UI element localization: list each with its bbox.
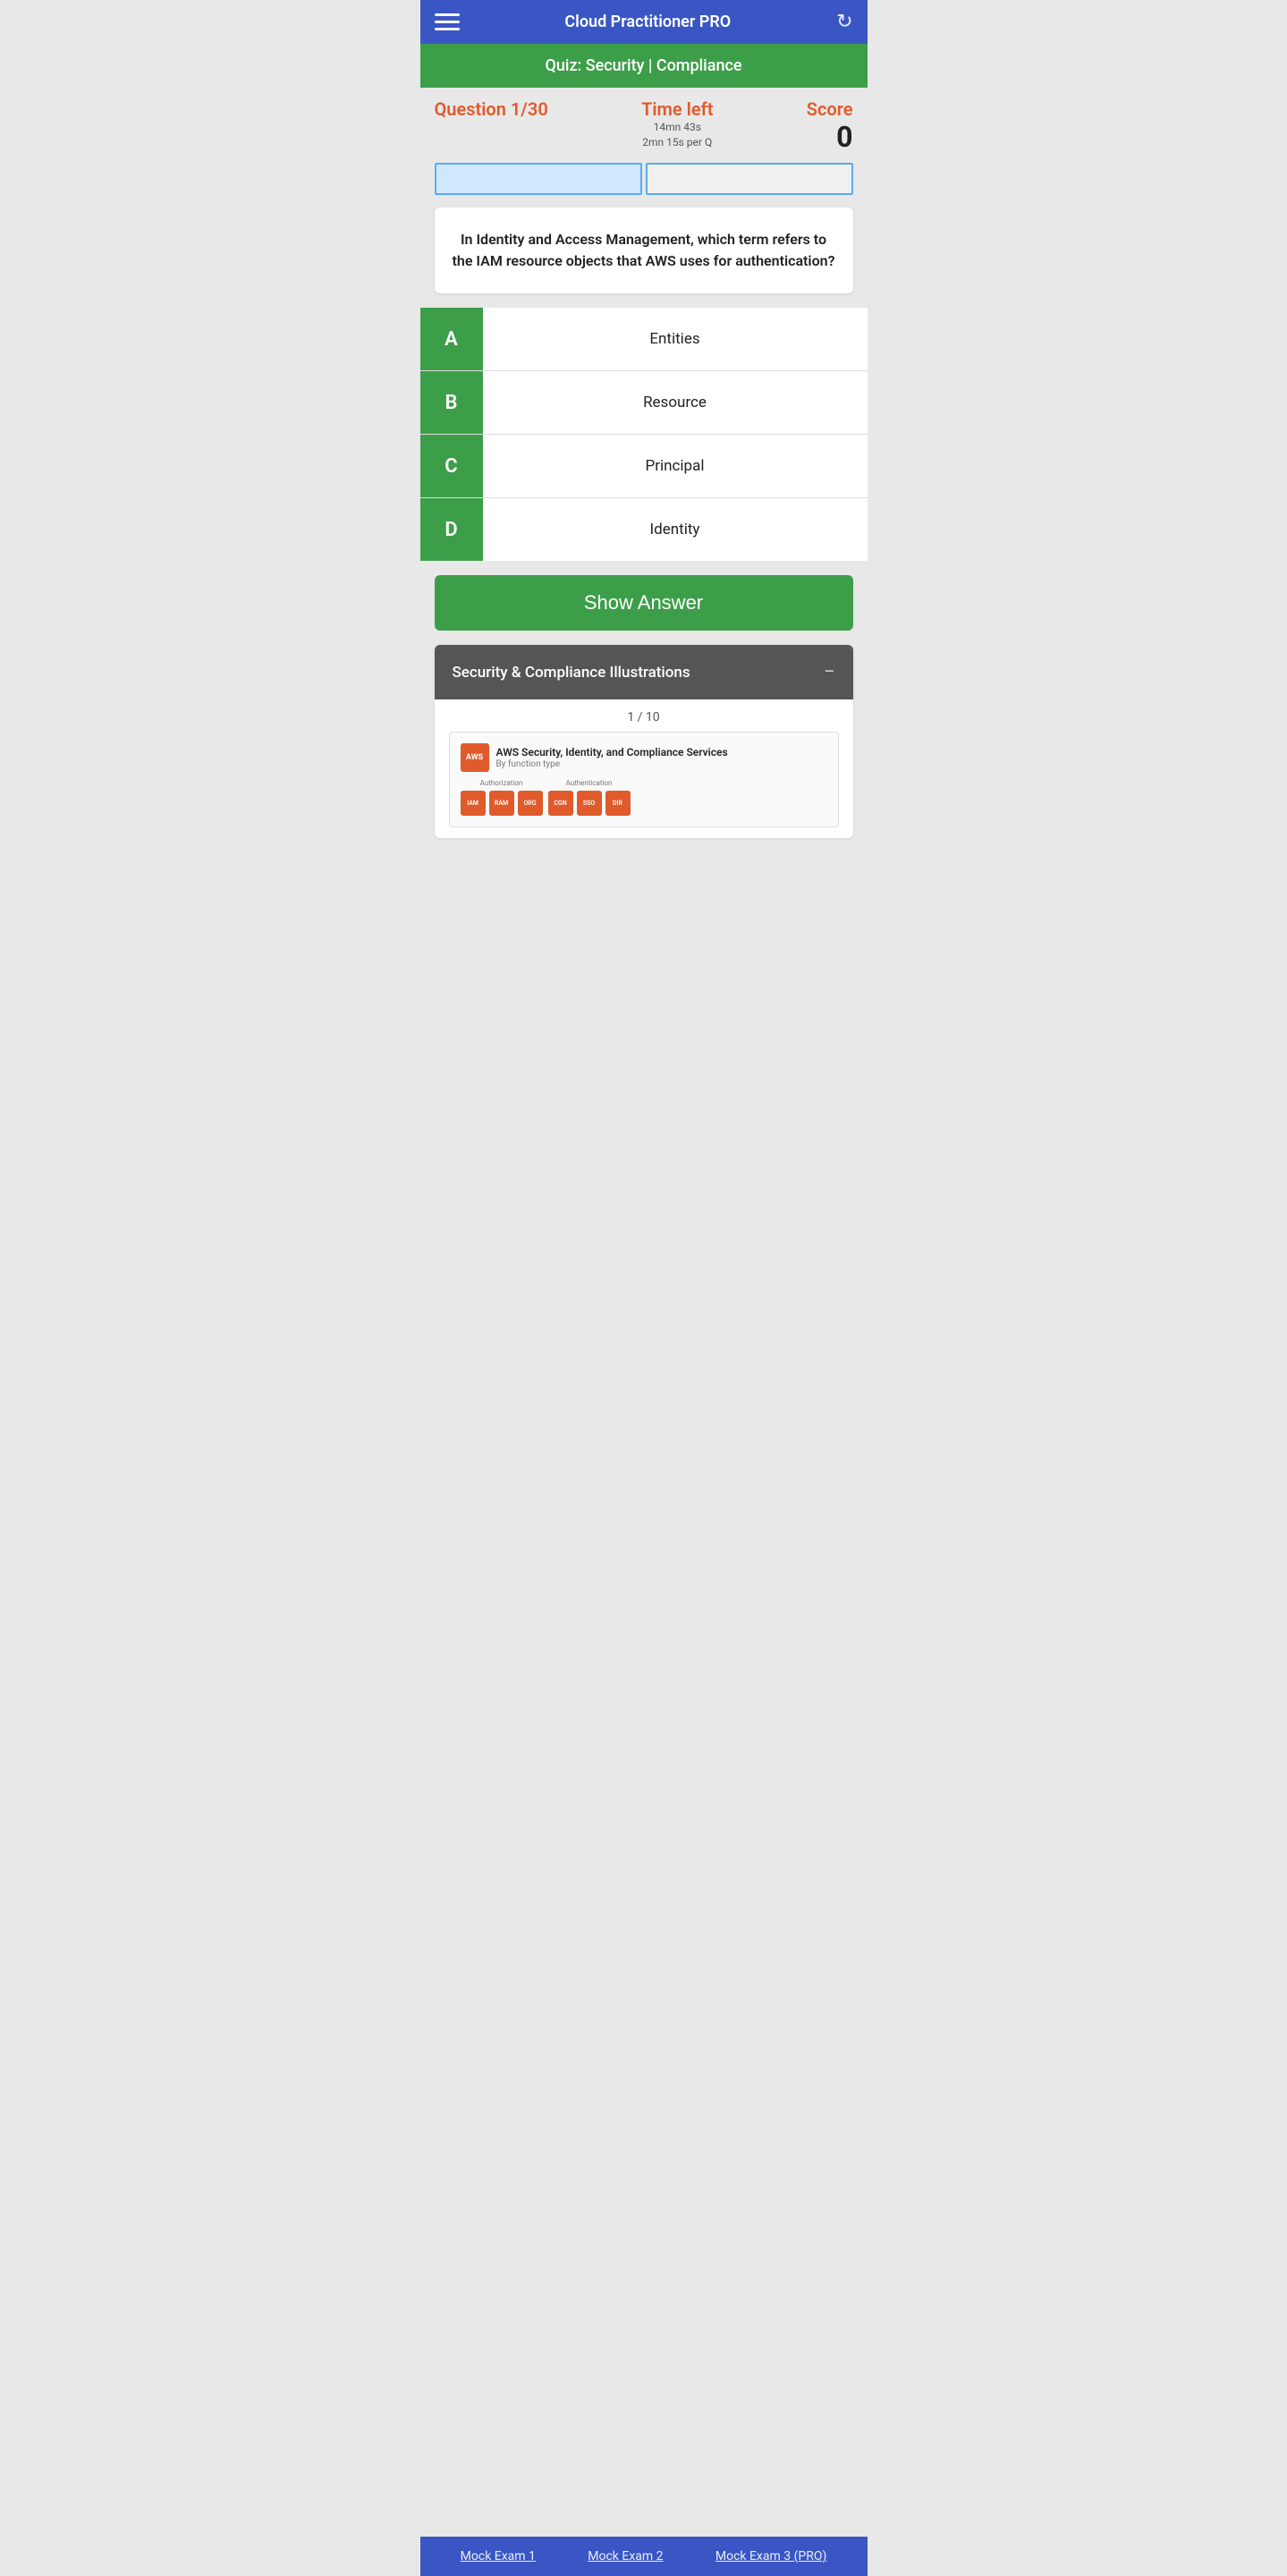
aws-ram-icon: RAM (489, 791, 514, 816)
refresh-button[interactable]: ↻ (836, 11, 852, 33)
quiz-title: Quiz: Security | Compliance (545, 56, 741, 75)
illustration-preview: AWS AWS Security, Identity, and Complian… (449, 732, 839, 827)
question-text: In Identity and Access Management, which… (453, 229, 835, 272)
option-letter-b: B (420, 371, 483, 434)
illustrations-section: Security & Compliance Illustrations − 1 … (435, 645, 853, 838)
authorization-label: Authorization (480, 779, 523, 787)
illustrations-content: 1 / 10 AWS AWS Security, Identity, and C… (435, 699, 853, 838)
aws-icon-label: AWS (466, 753, 483, 762)
authentication-label: Authentication (566, 779, 613, 787)
option-row-c[interactable]: C Principal (420, 435, 868, 498)
score-section: Score 0 (807, 98, 853, 154)
illustration-preview-title: AWS AWS Security, Identity, and Complian… (461, 743, 827, 772)
time-per-q: 2mn 15s per Q (641, 135, 713, 150)
cognito-icon: CGN (548, 791, 573, 816)
menu-button[interactable] (435, 13, 460, 30)
option-text-a: Entities (483, 308, 868, 370)
bottom-nav-mock-exam-2[interactable]: Mock Exam 2 (588, 2549, 663, 2563)
progress-segment-2 (646, 163, 853, 195)
iam-icon: IAM (461, 791, 486, 816)
show-answer-section: Show Answer (420, 561, 868, 645)
progress-segment-1 (435, 163, 642, 195)
directory-icon: DIR (605, 791, 631, 816)
app-header: Cloud Practitioner PRO ↻ (420, 0, 868, 44)
app-title: Cloud Practitioner PRO (564, 13, 731, 31)
option-row-a[interactable]: A Entities (420, 308, 868, 371)
option-letter-a: A (420, 308, 483, 370)
bottom-nav-mock-exam-1[interactable]: Mock Exam 1 (461, 2549, 536, 2563)
preview-subtitle: By function type (496, 759, 728, 769)
score-value: 0 (807, 120, 853, 154)
options-container: A Entities B Resource C Principal D Iden… (420, 308, 868, 561)
option-letter-d: D (420, 498, 483, 561)
bottom-nav: Mock Exam 1 Mock Exam 2 Mock Exam 3 (PRO… (420, 2537, 868, 2576)
show-answer-button[interactable]: Show Answer (435, 575, 853, 631)
illustrations-header[interactable]: Security & Compliance Illustrations − (435, 645, 853, 699)
option-text-b: Resource (483, 371, 868, 434)
authorization-icons: IAM RAM ORG (461, 791, 543, 816)
preview-title-text: AWS Security, Identity, and Compliance S… (496, 746, 728, 760)
stats-row: Question 1/30 Time left 14mn 43s 2mn 15s… (420, 88, 868, 154)
illustrations-title: Security & Compliance Illustrations (453, 664, 690, 682)
time-section: Time left 14mn 43s 2mn 15s per Q (641, 98, 713, 150)
aws-icon: AWS (461, 743, 489, 772)
option-row-d[interactable]: D Identity (420, 498, 868, 561)
service-group-authentication: Authentication CGN SSO DIR (548, 779, 631, 816)
question-card: In Identity and Access Management, which… (435, 208, 853, 293)
aws-org-icon: ORG (518, 791, 543, 816)
service-icons-row: Authorization IAM RAM ORG Authentication… (461, 779, 827, 816)
bottom-nav-mock-exam-3[interactable]: Mock Exam 3 (PRO) (715, 2549, 826, 2563)
authentication-icons: CGN SSO DIR (548, 791, 631, 816)
progress-area (420, 154, 868, 208)
option-row-b[interactable]: B Resource (420, 371, 868, 435)
option-text-d: Identity (483, 498, 868, 561)
illustrations-counter: 1 / 10 (449, 710, 839, 724)
question-number: Question 1/30 (435, 98, 548, 120)
option-text-c: Principal (483, 435, 868, 497)
service-group-authorization: Authorization IAM RAM ORG (461, 779, 543, 816)
illustrations-toggle-icon: − (824, 661, 835, 683)
time-value: 14mn 43s (641, 120, 713, 135)
sso-icon: SSO (577, 791, 602, 816)
option-letter-c: C (420, 435, 483, 497)
quiz-title-bar: Quiz: Security | Compliance (420, 44, 868, 88)
